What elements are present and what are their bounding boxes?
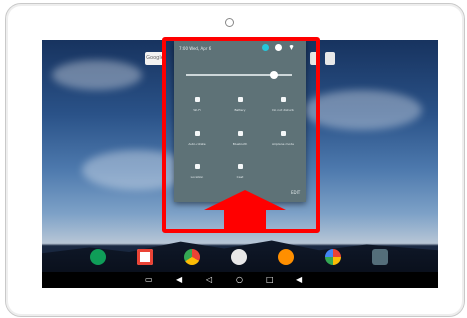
photos-icon[interactable] <box>325 249 341 265</box>
volume-up-icon[interactable]: ◀ <box>296 276 302 284</box>
front-camera <box>225 18 234 27</box>
hangouts-icon[interactable] <box>90 249 106 265</box>
screenshot-icon[interactable]: ▭ <box>145 276 153 284</box>
chrome-icon[interactable] <box>184 249 200 265</box>
cloud <box>302 90 422 130</box>
home-icon[interactable]: ○ <box>236 276 243 284</box>
recents-icon[interactable]: □ <box>266 276 274 284</box>
app-drawer-icon[interactable] <box>231 249 247 265</box>
system-nav-bar: ▭ ◀ ◁ ○ □ ◀ <box>42 272 438 288</box>
search-bar-extension[interactable] <box>325 52 335 65</box>
back-icon[interactable]: ◁ <box>206 276 212 284</box>
volume-down-icon[interactable]: ◀ <box>176 276 182 284</box>
play-music-icon[interactable] <box>278 249 294 265</box>
app-dock <box>42 245 438 269</box>
cloud <box>52 60 142 90</box>
gmail-icon[interactable] <box>137 249 153 265</box>
swipe-up-arrow-icon <box>204 190 286 232</box>
camera-icon[interactable] <box>372 249 388 265</box>
